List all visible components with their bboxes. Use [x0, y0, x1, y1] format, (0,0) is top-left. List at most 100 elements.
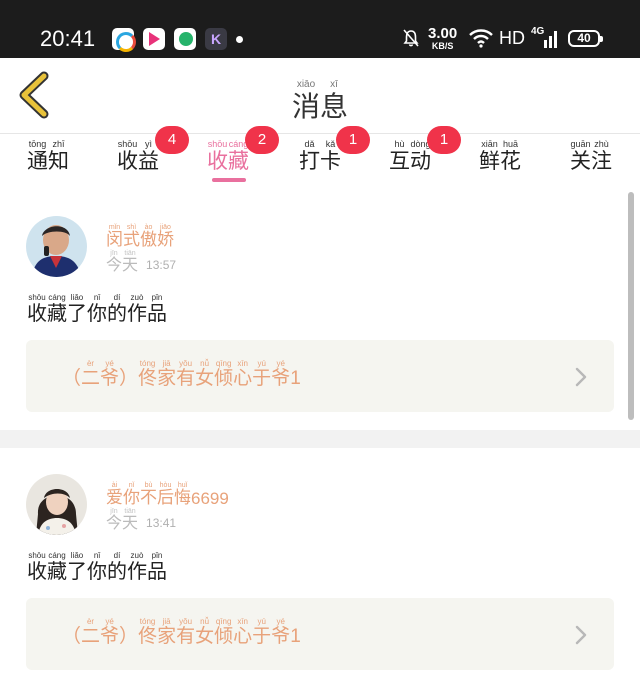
- hanzi-char: shōu 收: [117, 140, 138, 173]
- work-title: （èr 二 yé 爷 ） tóng 佟 jiā 家 yǒu 有 nǚ 女 qīng 倾 xīn 心 yú 于 yé 爷…: [62, 618, 301, 647]
- hanzi: 于: [252, 625, 272, 647]
- hanzi-char: yé 爷: [100, 360, 119, 389]
- hanzi: 悔: [174, 488, 191, 508]
- hanzi: 藏: [47, 301, 67, 325]
- hanzi-char: shōu 收: [27, 552, 47, 582]
- hanzi: 你: [87, 301, 107, 325]
- hanzi: 打: [299, 149, 320, 173]
- hanzi-char: tōng 通: [27, 140, 48, 173]
- hanzi: 品: [147, 301, 167, 325]
- active-tab-indicator: [212, 178, 246, 182]
- tab-label: shōu 收 yì 益: [117, 140, 159, 173]
- tab-label: tōng 通 zhī 知: [27, 140, 69, 173]
- hanzi-char: yú 于: [252, 618, 271, 647]
- work-link[interactable]: （èr 二 yé 爷 ） tóng 佟 jiā 家 yǒu 有 nǚ 女 qīng 倾 xīn 心 yú 于 yé 爷…: [26, 340, 614, 412]
- hanzi-char: jīn 今: [106, 250, 122, 274]
- pinyin: xī: [330, 79, 338, 90]
- hanzi: 有: [176, 625, 196, 647]
- hanzi: 收: [117, 149, 138, 173]
- hanzi: 作: [127, 559, 147, 583]
- hanzi: 互: [389, 149, 410, 173]
- hanzi: 心: [233, 625, 253, 647]
- hanzi: 后: [157, 488, 174, 508]
- username[interactable]: mǐn 闵 shì 式 ào 傲 jiāo 娇: [106, 224, 174, 250]
- tab-label: hù 互 dòng 动: [389, 140, 431, 173]
- hanzi: 知: [48, 149, 69, 173]
- hanzi-char: （: [62, 618, 81, 647]
- hanzi: 爱: [106, 488, 123, 508]
- hanzi: 你: [123, 488, 140, 508]
- hanzi-char: tóng 佟: [138, 360, 157, 389]
- hanzi: 今: [106, 513, 123, 532]
- hanzi-char: dí 的: [107, 294, 127, 324]
- tab-badge: 1: [427, 126, 461, 154]
- pinyin: dǎ: [304, 139, 315, 149]
- work-link[interactable]: （èr 二 yé 爷 ） tóng 佟 jiā 家 yǒu 有 nǚ 女 qīng 倾 xīn 心 yú 于 yé 爷…: [26, 598, 614, 670]
- scrollbar[interactable]: [628, 192, 634, 420]
- hanzi-char: huā 花: [500, 139, 521, 173]
- hanzi-char: pǐn 品: [147, 294, 167, 324]
- card-divider: [0, 430, 640, 448]
- hanzi-char: tiān 天: [122, 508, 138, 532]
- hanzi: 你: [87, 559, 107, 583]
- hanzi-char: yé 爷: [271, 360, 290, 389]
- hanzi-char: （: [62, 360, 81, 389]
- bell-off-icon: [403, 29, 419, 47]
- avatar[interactable]: [26, 474, 87, 535]
- tab-guān-zhù[interactable]: guān 关 zhù 注: [551, 140, 631, 173]
- hanzi-char: yú 于: [252, 360, 271, 389]
- battery-icon: 40: [568, 30, 603, 47]
- hanzi: 二: [81, 625, 101, 647]
- action-text: shōu 收 cáng 藏 liǎo 了 nǐ 你 dí 的 zuò 作 pǐn 品: [27, 552, 167, 582]
- hanzi: 关: [570, 149, 591, 173]
- hanzi: 家: [157, 625, 177, 647]
- hanzi-char: jiā 家: [157, 618, 176, 647]
- tab-tōng-zhī[interactable]: tōng 通 zhī 知: [8, 140, 88, 173]
- hanzi-char: cáng 藏: [47, 294, 67, 324]
- hanzi-char: dí 的: [107, 552, 127, 582]
- hanzi: 卡: [320, 149, 341, 173]
- hanzi: 爷: [271, 625, 291, 647]
- tab-badge: 4: [155, 126, 189, 154]
- hanzi: 二: [81, 367, 101, 389]
- hanzi-char: qīng 倾: [214, 618, 233, 647]
- hanzi-char: liǎo 了: [67, 552, 87, 582]
- hanzi-char: shōu 收: [207, 140, 228, 173]
- status-bar: 20:41 K 3.00 KB/S HD 4G 40: [0, 0, 640, 58]
- hanzi-char: liǎo 了: [67, 294, 87, 324]
- username[interactable]: ài 爱 nǐ 你 bù 不 hòu 后 huǐ 悔 6699: [106, 482, 229, 508]
- hanzi: 家: [157, 367, 177, 389]
- hanzi-char: zhī 知: [48, 140, 69, 173]
- hanzi: 佟: [138, 625, 158, 647]
- hanzi: 作: [127, 301, 147, 325]
- tab-bar: tōng 通 zhī 知 shōu 收 yì 益 shōu 收 cáng 藏 dǎ 打 kǎ 卡 hù 互 dòng…: [0, 134, 640, 190]
- hanzi-char: nǐ 你: [87, 552, 107, 582]
- hanzi: 了: [67, 301, 87, 325]
- username-suffix: 6699: [191, 489, 229, 508]
- status-time: 20:41: [40, 26, 96, 51]
- page-title: xiāo 消 xī 息: [0, 72, 640, 123]
- chevron-right-icon: [575, 367, 587, 387]
- pinyin: huā: [502, 139, 519, 149]
- network-speed: 3.00 KB/S: [428, 25, 458, 51]
- hanzi: 式: [123, 230, 140, 250]
- hanzi-char: nǚ 女: [195, 360, 214, 389]
- hanzi: 通: [27, 149, 48, 173]
- hanzi-char: tóng 佟: [138, 618, 157, 647]
- avatar[interactable]: [26, 216, 87, 277]
- hanzi: 倾: [214, 367, 234, 389]
- hanzi: 息: [320, 90, 349, 123]
- work-title: （èr 二 yé 爷 ） tóng 佟 jiā 家 yǒu 有 nǚ 女 qīng 倾 xīn 心 yú 于 yé 爷…: [62, 360, 301, 389]
- app-notification-icon: [112, 28, 136, 52]
- hanzi-char: ）: [119, 618, 138, 647]
- tab-xiān-huā[interactable]: xiān 鲜 huā 花: [460, 139, 540, 173]
- hanzi-char: ài 爱: [106, 482, 123, 508]
- hanzi: 娇: [157, 230, 174, 250]
- hanzi-char: xīn 心: [233, 360, 252, 389]
- hanzi-char: tiān 天: [122, 250, 138, 274]
- wifi-icon: [469, 29, 493, 48]
- hanzi: （: [62, 625, 82, 647]
- work-title-suffix: 1: [290, 626, 301, 647]
- hanzi-char: xiān 鲜: [479, 140, 500, 173]
- hanzi: 今: [106, 255, 123, 274]
